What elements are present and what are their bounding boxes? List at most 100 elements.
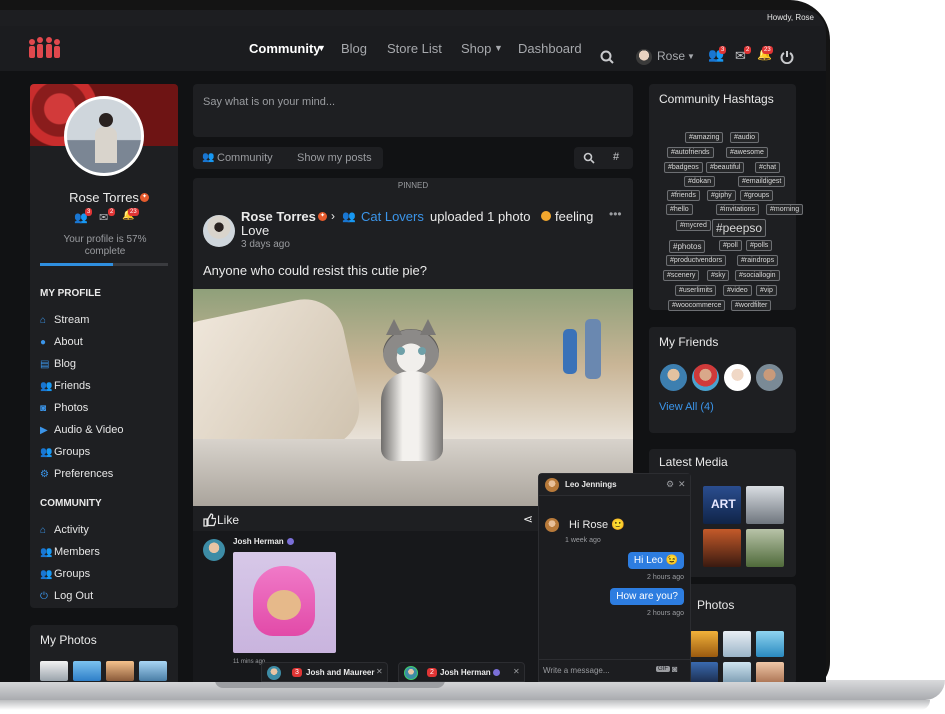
- photo-thumbnail[interactable]: [139, 661, 167, 681]
- chevron-down-icon[interactable]: ▼: [494, 43, 503, 53]
- nav-user-name[interactable]: Rose: [657, 49, 685, 63]
- hashtag-chip[interactable]: #beautiful: [706, 162, 745, 173]
- hashtag-chip[interactable]: #photos: [669, 240, 706, 253]
- nav-community[interactable]: Community: [249, 41, 321, 56]
- photo-thumbnail[interactable]: [756, 662, 784, 682]
- sidebar-item-groups[interactable]: 👥 Groups: [40, 446, 90, 458]
- comment-gif[interactable]: [233, 552, 336, 653]
- profile-name[interactable]: Rose Torres: [30, 190, 178, 205]
- hashtag-chip[interactable]: #dokan: [684, 176, 715, 187]
- hashtag-icon[interactable]: #: [613, 151, 619, 163]
- hashtag-chip[interactable]: #emaildigest: [738, 176, 786, 187]
- sidebar-item-community-groups[interactable]: 👥 Groups: [40, 568, 90, 580]
- search-icon[interactable]: [583, 152, 595, 164]
- nav-store-list[interactable]: Store List: [387, 41, 442, 56]
- close-icon[interactable]: ✕: [513, 667, 520, 676]
- hashtag-chip[interactable]: #awesome: [726, 147, 768, 158]
- user-avatar[interactable]: [636, 49, 652, 65]
- photo-thumbnail[interactable]: [690, 631, 718, 657]
- friend-avatar[interactable]: [660, 364, 687, 391]
- sidebar-item-about[interactable]: ● About: [40, 336, 83, 348]
- photo-thumbnail[interactable]: [756, 631, 784, 657]
- chat-input[interactable]: Write a message... GIF ◙: [539, 659, 690, 681]
- hashtag-chip[interactable]: #mycred: [676, 220, 711, 231]
- hashtag-chip[interactable]: #groups: [740, 190, 774, 201]
- power-icon[interactable]: [780, 50, 794, 64]
- photo-thumbnail[interactable]: [723, 631, 751, 657]
- media-thumbnail[interactable]: [746, 529, 784, 567]
- sidebar-item-activity[interactable]: ⌂ Activity: [40, 524, 89, 536]
- howdy-text[interactable]: Howdy, Rose: [767, 13, 814, 22]
- hashtag-chip[interactable]: #video: [723, 285, 752, 296]
- view-all-friends-link[interactable]: View All (4): [659, 401, 714, 413]
- chat-contact-avatar[interactable]: [545, 478, 559, 492]
- sidebar-item-photos[interactable]: ◙ Photos: [40, 402, 88, 414]
- hashtag-chip[interactable]: #morning: [766, 204, 804, 215]
- messages-icon[interactable]: ✉: [99, 211, 108, 224]
- post-author-avatar[interactable]: [203, 215, 235, 247]
- photo-thumbnail[interactable]: [723, 662, 751, 682]
- photo-thumbnail[interactable]: [73, 661, 101, 681]
- hashtag-chip[interactable]: #scenery: [663, 270, 700, 281]
- post-group-link[interactable]: Cat Lovers: [361, 209, 424, 224]
- hashtag-chip[interactable]: #invitations: [716, 204, 760, 215]
- media-thumbnail[interactable]: [703, 529, 741, 567]
- hashtag-chip[interactable]: #woocommerce: [668, 300, 726, 311]
- thumbs-up-icon[interactable]: [202, 513, 216, 527]
- friend-avatar[interactable]: [724, 364, 751, 391]
- comment-author-avatar[interactable]: [203, 539, 225, 561]
- sidebar-item-logout[interactable]: ⏻ Log Out: [40, 590, 93, 602]
- hashtag-chip[interactable]: #peepso: [712, 219, 767, 237]
- hashtag-chip[interactable]: #badgeos: [664, 162, 703, 173]
- chat-tab[interactable]: 2 Josh Herman ✕: [398, 662, 525, 682]
- gear-icon[interactable]: ⚙: [666, 479, 674, 490]
- hashtag-chip[interactable]: #giphy: [707, 190, 736, 201]
- hashtag-chip[interactable]: #friends: [667, 190, 700, 201]
- nav-shop[interactable]: Shop: [461, 41, 491, 56]
- chat-input-placeholder[interactable]: Write a message...: [543, 666, 610, 675]
- sidebar-item-blog[interactable]: ▤ Blog: [40, 358, 76, 370]
- media-thumbnail[interactable]: [746, 486, 784, 524]
- composer-placeholder[interactable]: Say what is on your mind...: [203, 96, 335, 108]
- photo-thumbnail[interactable]: [40, 661, 68, 681]
- hashtag-chip[interactable]: #productvendors: [666, 255, 727, 266]
- hashtag-chip[interactable]: #amazing: [685, 132, 724, 143]
- post-composer[interactable]: Say what is on your mind...: [193, 84, 633, 137]
- hashtag-chip[interactable]: #audio: [730, 132, 760, 143]
- chevron-down-icon[interactable]: ▼: [317, 43, 326, 53]
- sidebar-item-audio-video[interactable]: ▶ Audio & Video: [40, 424, 124, 436]
- hashtag-chip[interactable]: #poll: [719, 240, 742, 251]
- photo-thumbnail[interactable]: [690, 662, 718, 682]
- hashtag-chip[interactable]: #vip: [756, 285, 777, 296]
- gif-button[interactable]: GIF: [656, 666, 670, 672]
- sidebar-item-preferences[interactable]: ⚙ Preferences: [40, 468, 113, 480]
- profile-avatar[interactable]: [64, 96, 144, 176]
- chat-contact-name[interactable]: Leo Jennings: [565, 480, 617, 489]
- photo-thumbnail[interactable]: [106, 661, 134, 681]
- hashtag-chip[interactable]: #userlimits: [675, 285, 717, 296]
- hashtag-chip[interactable]: #autofriends: [667, 147, 714, 158]
- nav-blog[interactable]: Blog: [341, 41, 367, 56]
- chat-header[interactable]: Leo Jennings ⚙ ✕: [539, 474, 690, 496]
- share-icon[interactable]: ⋖: [523, 512, 533, 526]
- site-logo-icon[interactable]: [28, 37, 62, 61]
- sidebar-item-friends[interactable]: 👥 Friends: [40, 380, 91, 392]
- nav-dashboard[interactable]: Dashboard: [518, 41, 582, 56]
- hashtag-chip[interactable]: #sky: [707, 270, 730, 281]
- hashtag-chip[interactable]: #raindrops: [737, 255, 779, 266]
- filter-show-my-posts[interactable]: Show my posts: [297, 152, 372, 164]
- search-icon[interactable]: [600, 50, 614, 64]
- hashtag-chip[interactable]: #sociallogin: [735, 270, 780, 281]
- chevron-down-icon[interactable]: ▼: [687, 52, 695, 61]
- hashtag-chip[interactable]: #wordfilter: [731, 300, 772, 311]
- close-icon[interactable]: ✕: [678, 479, 686, 490]
- sidebar-item-stream[interactable]: ⌂ Stream: [40, 314, 89, 326]
- hashtag-chip[interactable]: #polls: [746, 240, 773, 251]
- post-options-icon[interactable]: •••: [609, 207, 622, 221]
- like-button[interactable]: Like: [217, 513, 239, 527]
- close-icon[interactable]: ✕: [376, 667, 383, 676]
- comment-author-name[interactable]: Josh Herman: [233, 537, 284, 546]
- camera-icon[interactable]: ◙: [672, 664, 677, 674]
- post-timestamp[interactable]: 3 days ago: [241, 239, 290, 250]
- sidebar-item-members[interactable]: 👥 Members: [40, 546, 100, 558]
